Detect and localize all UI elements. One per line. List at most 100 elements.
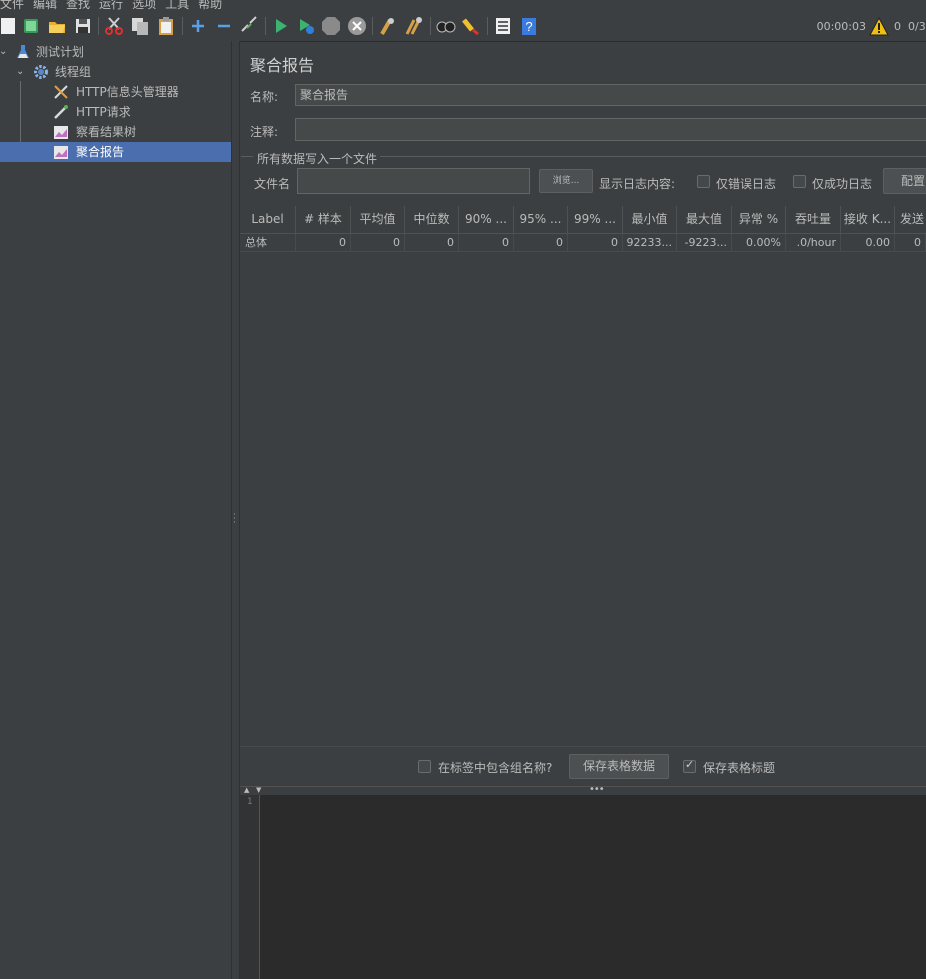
menu-search[interactable]: 查找 [66,0,90,11]
menu-edit[interactable]: 编辑 [33,0,57,11]
copy-icon[interactable] [130,16,150,36]
collapse-icon[interactable] [214,16,234,36]
table-cell: 0 [514,234,568,252]
col-99-line[interactable]: 99% ... [568,206,623,233]
include-group-name-checkbox[interactable] [418,760,431,773]
expand-icon[interactable] [188,16,208,36]
save-table-data-button[interactable]: 保存表格数据 [569,754,669,779]
col-label[interactable]: Label [240,206,296,233]
table-cell: .0/hour [786,234,841,252]
tree-item-view-results-tree[interactable]: 察看结果树 [0,122,231,142]
include-group-name-label: 在标签中包含组名称? [438,761,553,775]
tree-item-test-plan[interactable]: ⌄ 测试计划 [0,42,231,62]
menu-file[interactable]: 文件 [0,0,24,11]
panel-title: 聚合报告 [250,56,315,75]
comment-field[interactable] [295,118,926,141]
flask-icon [17,45,29,58]
browse-button[interactable]: 浏览... [539,169,593,193]
errors-only-checkbox[interactable] [697,175,710,188]
chart-icon [54,126,68,139]
success-only-checkbox[interactable] [793,175,806,188]
table-header: Label # 样本 平均值 中位数 90% ... 95% ... 99% .… [240,206,926,234]
menu-help[interactable]: 帮助 [198,0,222,11]
name-field[interactable]: 聚合报告 [295,84,926,106]
tree-item-aggregate-report[interactable]: 聚合报告 [0,142,231,162]
filename-field[interactable] [297,168,530,194]
search-icon[interactable] [436,16,456,36]
tree-item-label: 线程组 [55,65,92,79]
shutdown-icon[interactable] [347,16,367,36]
collapse-up-icon[interactable]: ▲ [244,786,249,794]
cut-icon[interactable] [104,16,124,36]
open-folder-icon[interactable] [47,16,67,36]
col-median[interactable]: 中位数 [405,206,459,233]
start-icon[interactable] [271,16,291,36]
tree-item-http-header-manager[interactable]: HTTP信息头管理器 [0,82,231,102]
table-cell: 92233... [623,234,677,252]
col-95-line[interactable]: 95% ... [514,206,568,233]
svg-text:?: ? [525,19,532,34]
name-label: 名称: [250,90,279,104]
stop-icon[interactable] [321,16,341,36]
col-max[interactable]: 最大值 [677,206,732,233]
filename-label: 文件名 [254,177,291,191]
aggregate-table: Label # 样本 平均值 中位数 90% ... 95% ... 99% .… [240,206,926,746]
warning-icon[interactable] [869,17,889,37]
col-throughput[interactable]: 吞吐量 [786,206,841,233]
table-cell: 0 [296,234,351,252]
grip-icon[interactable]: ••• [589,784,605,795]
table-cell: 0 [895,234,926,252]
errors-only-label: 仅错误日志 [716,177,777,191]
tree-item-http-request[interactable]: HTTP请求 [0,102,231,122]
col-sent[interactable]: 发送 [895,206,926,233]
new-icon[interactable] [0,16,20,36]
reset-search-icon[interactable] [461,16,481,36]
col-min[interactable]: 最小值 [623,206,677,233]
gear-icon [34,65,48,79]
splitter-grip-icon[interactable]: · · · [233,511,237,528]
warning-count: 0 [894,20,901,33]
table-cell: 0 [568,234,623,252]
table-cell: 0 [351,234,405,252]
save-table-header-label: 保存表格标题 [703,761,776,775]
log-content-label: 显示日志内容: [599,177,676,191]
function-helper-icon[interactable] [493,16,513,36]
table-cell: 总体 [240,234,296,252]
toggle-icon[interactable] [239,16,259,36]
templates-icon[interactable] [21,16,41,36]
start-no-pause-icon[interactable] [296,16,316,36]
help-icon[interactable]: ? [519,16,539,36]
tree-item-thread-group[interactable]: ⌄ 线程组 [0,62,231,82]
log-editor[interactable] [240,795,926,979]
clear-all-icon[interactable] [404,16,424,36]
tree-item-label: HTTP请求 [76,105,131,119]
col-received[interactable]: 接收 K... [841,206,895,233]
col-error-pct[interactable]: 异常 % [732,206,786,233]
menu-options[interactable]: 选项 [132,0,156,11]
toolbar: ? 00:00:03 0 0/3 [0,12,926,42]
col-90-line[interactable]: 90% ... [459,206,514,233]
tree-item-label: HTTP信息头管理器 [76,85,179,99]
col-average[interactable]: 平均值 [351,206,405,233]
save-table-header-checkbox[interactable] [683,758,696,773]
active-threads: 0/3 [908,20,926,33]
line-number: 1 [247,797,253,807]
table-cell: 0 [459,234,514,252]
table-cell: -9223... [677,234,732,252]
group-border [241,156,253,157]
menu-run[interactable]: 运行 [99,0,123,11]
configure-button[interactable]: 配置 [883,168,926,194]
tools-icon [54,85,68,99]
chevron-down-icon[interactable]: ⌄ [16,62,24,82]
group-title: 所有数据写入一个文件 [257,152,378,166]
group-border [380,156,926,157]
paste-icon[interactable] [156,16,176,36]
menu-tools[interactable]: 工具 [165,0,189,11]
clear-icon[interactable] [378,16,398,36]
expand-down-icon[interactable]: ▼ [256,786,261,794]
menu-bar: 文件 编辑 查找 运行 选项 工具 帮助 [0,0,926,12]
chart-icon [54,146,68,159]
col-samples[interactable]: # 样本 [296,206,351,233]
chevron-down-icon[interactable]: ⌄ [0,42,7,62]
save-icon[interactable] [73,16,93,36]
